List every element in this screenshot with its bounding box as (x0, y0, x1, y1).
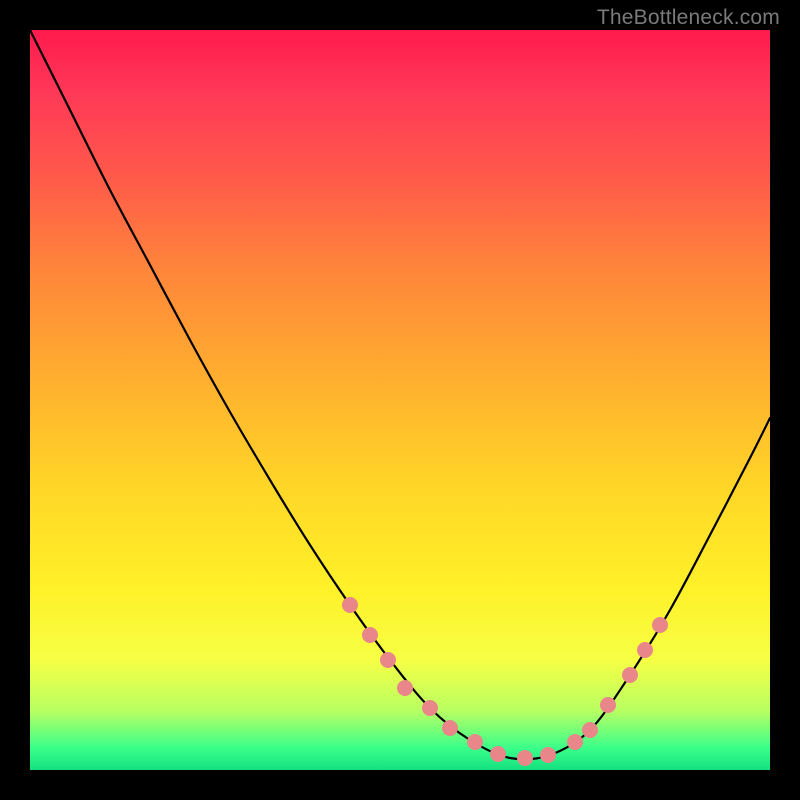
marker-dot (652, 617, 668, 633)
chart-svg (30, 30, 770, 770)
highlight-markers (342, 597, 668, 766)
marker-dot (490, 746, 506, 762)
plot-area (30, 30, 770, 770)
marker-dot (362, 627, 378, 643)
marker-dot (582, 722, 598, 738)
marker-dot (622, 667, 638, 683)
marker-dot (467, 734, 483, 750)
marker-dot (540, 747, 556, 763)
marker-dot (600, 697, 616, 713)
marker-dot (342, 597, 358, 613)
bottleneck-curve-path (30, 30, 770, 759)
watermark-text: TheBottleneck.com (597, 6, 780, 30)
marker-dot (422, 700, 438, 716)
marker-dot (637, 642, 653, 658)
marker-dot (380, 652, 396, 668)
marker-dot (442, 720, 458, 736)
chart-frame: TheBottleneck.com (0, 0, 800, 800)
marker-dot (517, 750, 533, 766)
marker-dot (567, 734, 583, 750)
marker-dot (397, 680, 413, 696)
